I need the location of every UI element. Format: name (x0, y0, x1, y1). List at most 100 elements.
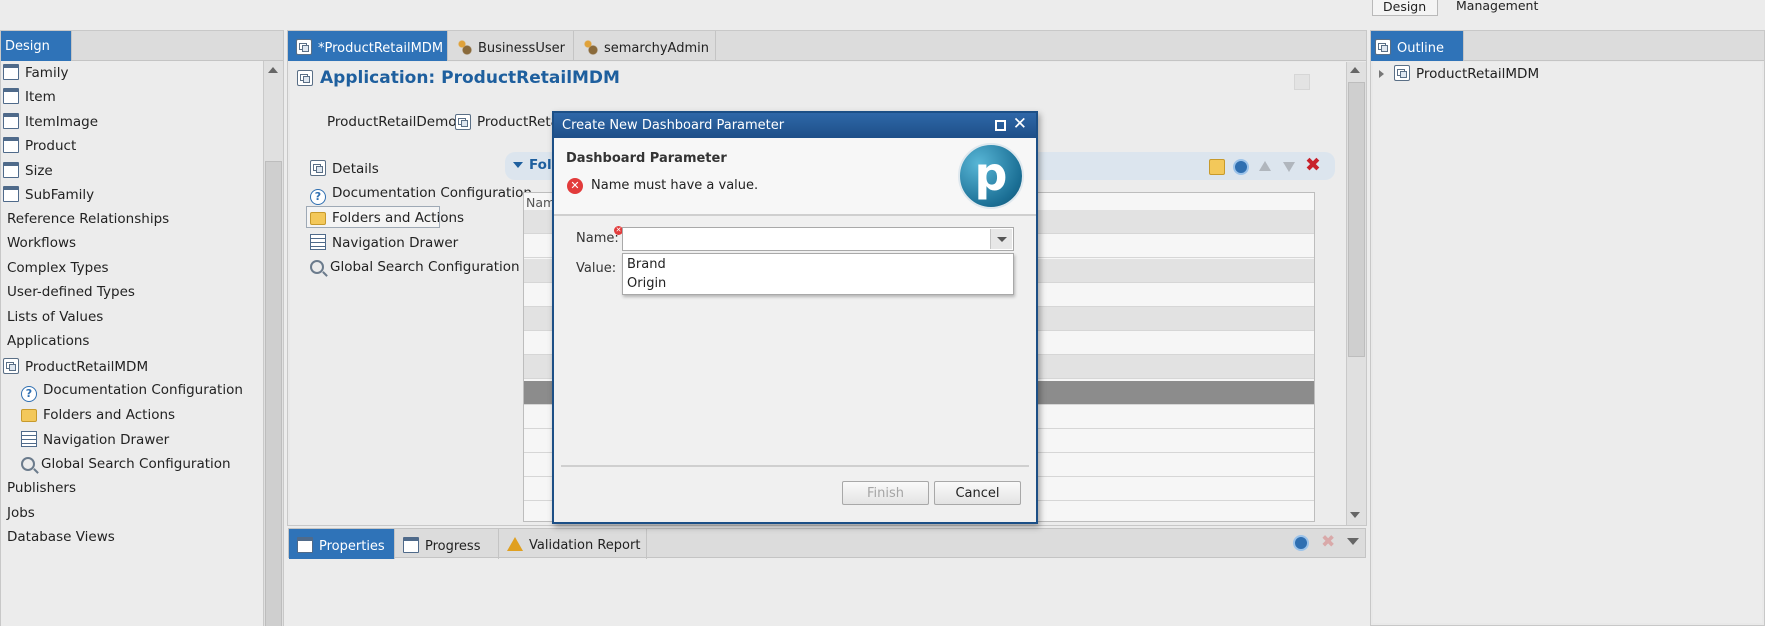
tree-item-size[interactable]: Size (3, 162, 53, 184)
model-link[interactable]: ProductRetailDemo (327, 114, 457, 130)
tree-item-subfamily[interactable]: SubFamily (3, 186, 94, 208)
entity-icon (3, 186, 19, 202)
search-icon (310, 260, 324, 274)
navigation-icon (21, 431, 37, 447)
tree-item-family[interactable]: Family (3, 64, 68, 86)
design-tree-scrollbar[interactable] (263, 61, 283, 626)
editor-title: Application: ProductRetailMDM (320, 68, 620, 88)
section-documentation-configuration[interactable]: ? Documentation Configuration (310, 185, 532, 205)
section-global-search-configuration[interactable]: Global Search Configuration (310, 259, 520, 275)
outline-root-item[interactable]: ProductRetailMDM (1379, 65, 1539, 87)
tree-item-global-search-configuration[interactable]: Global Search Configuration (21, 456, 231, 478)
entity-icon (3, 137, 19, 153)
move-up-icon[interactable] (1257, 159, 1273, 175)
folder-icon (21, 409, 37, 422)
navigation-icon (310, 234, 326, 250)
move-down-icon[interactable] (1281, 159, 1297, 175)
management-perspective-button[interactable]: Management (1446, 0, 1546, 16)
entity-icon (3, 113, 19, 129)
chevron-down-icon[interactable] (990, 229, 1012, 249)
editor-scrollbar[interactable] (1346, 62, 1366, 525)
error-icon: ✕ (567, 178, 583, 194)
application-icon (310, 160, 326, 176)
application-icon (455, 114, 471, 130)
collapse-triangle-icon[interactable] (513, 162, 523, 168)
tab-semarchyadmin[interactable]: semarchyAdmin (574, 31, 716, 61)
application-icon (297, 70, 313, 86)
design-panel: Design Family Item ItemImage Product Siz… (0, 30, 284, 626)
section-navigation-drawer[interactable]: Navigation Drawer (310, 234, 458, 251)
help-icon: ? (21, 386, 37, 402)
tab-design[interactable]: Design (1, 31, 72, 61)
section-details[interactable]: Details (310, 160, 379, 177)
help-icon: ? (310, 189, 326, 205)
tree-item-folders-and-actions[interactable]: Folders and Actions (21, 407, 175, 429)
progress-icon (403, 537, 419, 553)
tree-item-lists-of-values[interactable]: Lists of Values (7, 309, 103, 331)
delete-icon[interactable]: ✖ (1305, 156, 1321, 175)
dialog-header: Dashboard Parameter ✕ Name must have a v… (554, 138, 1036, 216)
warning-icon (507, 537, 523, 551)
panel-menu-icon[interactable] (1347, 538, 1359, 545)
tree-item-publishers[interactable]: Publishers (7, 480, 76, 502)
tab-businessuser[interactable]: BusinessUser (448, 31, 574, 61)
dialog-heading: Dashboard Parameter (566, 151, 727, 166)
tab-properties[interactable]: Properties (289, 529, 395, 559)
tree-item-product[interactable]: Product (3, 137, 76, 159)
name-dropdown-list: Brand Origin (622, 253, 1014, 295)
outline-tree: ProductRetailMDM (1373, 62, 1762, 623)
application-icon (3, 358, 19, 374)
tree-item-itemimage[interactable]: ItemImage (3, 113, 98, 135)
name-combobox[interactable] (622, 227, 1014, 251)
tree-item-jobs[interactable]: Jobs (7, 505, 35, 527)
grid-header: Nam (526, 195, 556, 210)
add-action-icon[interactable] (1233, 159, 1249, 175)
tab-progress[interactable]: Progress (395, 529, 499, 559)
tab-productretailmdm[interactable]: *ProductRetailMDM (288, 31, 448, 61)
cancel-button[interactable]: Cancel (934, 481, 1021, 505)
scroll-down-arrow[interactable] (1350, 512, 1360, 518)
application-icon (296, 39, 312, 55)
scroll-up-arrow[interactable] (1350, 67, 1360, 73)
tab-validation-report[interactable]: Validation Report (499, 529, 647, 559)
tree-item-applications[interactable]: Applications (7, 333, 89, 355)
tree-item-documentation-configuration[interactable]: ? Documentation Configuration (21, 382, 243, 404)
role-icon (456, 39, 472, 55)
tree-item-navigation-drawer[interactable]: Navigation Drawer (21, 431, 169, 453)
tab-outline[interactable]: Outline (1371, 31, 1464, 61)
section-folders-and-actions[interactable]: Folders and Actions (310, 210, 464, 226)
dialog-title: Create New Dashboard Parameter (562, 118, 785, 133)
entity-icon (3, 162, 19, 178)
dropdown-option-brand[interactable]: Brand (627, 257, 666, 272)
scroll-up-arrow[interactable] (268, 67, 278, 73)
finish-button[interactable]: Finish (842, 481, 929, 505)
tree-item-complex-types[interactable]: Complex Types (7, 260, 109, 282)
close-icon[interactable]: ✕ (1013, 114, 1027, 134)
properties-icon (297, 537, 313, 553)
new-folder-icon[interactable] (1209, 159, 1225, 175)
role-icon (582, 39, 598, 55)
maximize-icon[interactable] (995, 120, 1006, 131)
name-label: Name: (576, 231, 619, 246)
dialog-titlebar[interactable]: Create New Dashboard Parameter ✕ (554, 113, 1036, 138)
scrollbar-thumb[interactable] (1348, 82, 1365, 357)
clear-icon[interactable]: ✖ (1321, 533, 1337, 551)
outline-panel: Outline ProductRetailMDM (1370, 30, 1765, 626)
tree-item-reference-relationships[interactable]: Reference Relationships (7, 211, 169, 233)
tree-item-database-views[interactable]: Database Views (7, 529, 115, 551)
tree-item-item[interactable]: Item (3, 88, 56, 110)
design-perspective-button[interactable]: Design (1372, 0, 1438, 16)
error-message: Name must have a value. (591, 178, 759, 193)
refresh-icon[interactable] (1293, 535, 1309, 551)
expand-arrow-icon[interactable] (1379, 70, 1384, 78)
tree-item-productretailmdm[interactable]: ProductRetailMDM (3, 358, 148, 380)
scrollbar-thumb[interactable] (265, 161, 282, 626)
semarchy-logo: p (958, 143, 1024, 209)
save-icon[interactable] (1294, 74, 1310, 90)
outline-icon (1375, 39, 1391, 55)
tree-item-user-defined-types[interactable]: User-defined Types (7, 284, 135, 306)
bottom-panel-tabbar: Properties Progress Validation Report ✖ (288, 528, 1366, 559)
tree-item-workflows[interactable]: Workflows (7, 235, 76, 257)
value-label: Value: (576, 261, 617, 276)
dropdown-option-origin[interactable]: Origin (627, 276, 666, 291)
